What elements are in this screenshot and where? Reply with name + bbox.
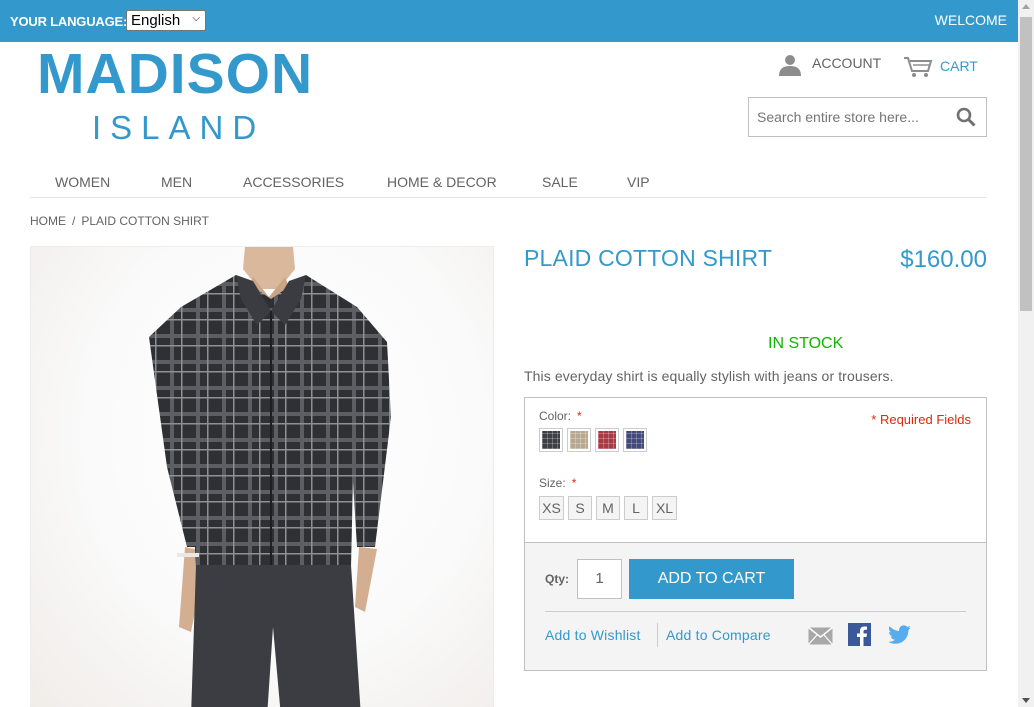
email-icon[interactable]	[808, 627, 833, 645]
color-label-row: Color: *	[539, 409, 582, 423]
color-swatch-charcoal[interactable]	[539, 428, 563, 452]
required-fields-note: * Required Fields	[871, 412, 971, 427]
logo-main-text[interactable]: MADISON	[37, 41, 313, 107]
search-input[interactable]: Search entire store here...	[748, 97, 987, 137]
add-to-wishlist-link[interactable]: Add to Wishlist	[545, 627, 641, 643]
color-swatch-fill	[626, 431, 644, 449]
product-image[interactable]	[30, 246, 494, 707]
account-icon	[779, 55, 801, 76]
nav-item-women[interactable]: WOMEN	[55, 174, 110, 190]
search-placeholder: Search entire store here...	[757, 109, 919, 125]
page-scrollbar[interactable]	[1018, 0, 1034, 707]
qty-input[interactable]: 1	[577, 559, 622, 599]
top-bar: YOUR LANGUAGE: English ⌵ WELCOME	[0, 0, 1018, 42]
color-label: Color:	[539, 409, 572, 423]
nav-item-men[interactable]: MEN	[161, 174, 192, 190]
add-to-cart-button[interactable]: ADD TO CART	[629, 559, 794, 599]
color-swatch-fill	[598, 431, 616, 449]
cart-label: CART	[940, 58, 978, 74]
scroll-thumb[interactable]	[1020, 17, 1032, 311]
qty-label: Qty:	[545, 572, 569, 586]
main-nav: WOMEN MEN ACCESSORIES HOME & DECOR SALE …	[30, 163, 987, 198]
color-swatch-fill	[542, 431, 560, 449]
size-label: Size:	[539, 476, 566, 490]
nav-item-accessories[interactable]: ACCESSORIES	[243, 174, 344, 190]
stock-status: IN STOCK	[768, 335, 844, 352]
required-star: *	[577, 409, 582, 423]
scroll-down-arrow-icon[interactable]	[1022, 698, 1030, 703]
product-photo	[149, 247, 391, 707]
size-option-xs[interactable]: XS	[539, 496, 564, 520]
language-select-value: English	[131, 12, 181, 29]
add-to-cart-box: Qty: 1 ADD TO CART Add to Wishlist Add t…	[524, 542, 987, 671]
required-star: *	[571, 476, 577, 490]
twitter-icon[interactable]	[889, 625, 911, 644]
size-option-m[interactable]: M	[596, 496, 620, 520]
search-icon[interactable]	[956, 107, 976, 127]
account-label: ACCOUNT	[812, 55, 882, 71]
language-label: YOUR LANGUAGE:	[10, 14, 128, 29]
product-description: This everyday shirt is equally stylish w…	[524, 368, 894, 384]
color-swatch-blue[interactable]	[623, 428, 647, 452]
scroll-up-arrow-icon[interactable]	[1022, 4, 1030, 9]
nav-item-vip[interactable]: VIP	[627, 174, 650, 190]
divider	[545, 611, 966, 612]
add-to-compare-link[interactable]: Add to Compare	[666, 627, 771, 643]
product-price: $160.00	[900, 246, 987, 273]
welcome-link[interactable]: WELCOME	[935, 12, 1007, 28]
breadcrumb-home[interactable]: HOME	[30, 214, 66, 228]
color-swatch-khaki[interactable]	[567, 428, 591, 452]
product-options: Color: * * Required Fields Size: * XS S M …	[524, 397, 987, 543]
link-separator	[657, 623, 658, 647]
size-label-row: Size: *	[539, 476, 576, 490]
product-name: PLAID COTTON SHIRT	[524, 245, 773, 271]
language-select[interactable]: English ⌵	[126, 10, 206, 31]
breadcrumb-current: PLAID COTTON SHIRT	[81, 214, 209, 228]
cart-icon	[904, 57, 933, 77]
size-option-l[interactable]: L	[624, 496, 648, 520]
breadcrumb-separator: /	[72, 214, 76, 228]
logo-sub-text[interactable]: ISLAND	[92, 108, 265, 148]
facebook-icon[interactable]	[848, 623, 871, 646]
size-option-s[interactable]: S	[568, 496, 592, 520]
size-option-xl[interactable]: XL	[652, 496, 677, 520]
nav-item-sale[interactable]: SALE	[542, 174, 578, 190]
breadcrumb: HOME / PLAID COTTON SHIRT	[30, 214, 209, 228]
nav-item-home-decor[interactable]: HOME & DECOR	[387, 174, 497, 190]
color-swatch-red[interactable]	[595, 428, 619, 452]
color-swatch-fill	[570, 431, 588, 449]
chevron-down-icon: ⌵	[192, 13, 200, 24]
